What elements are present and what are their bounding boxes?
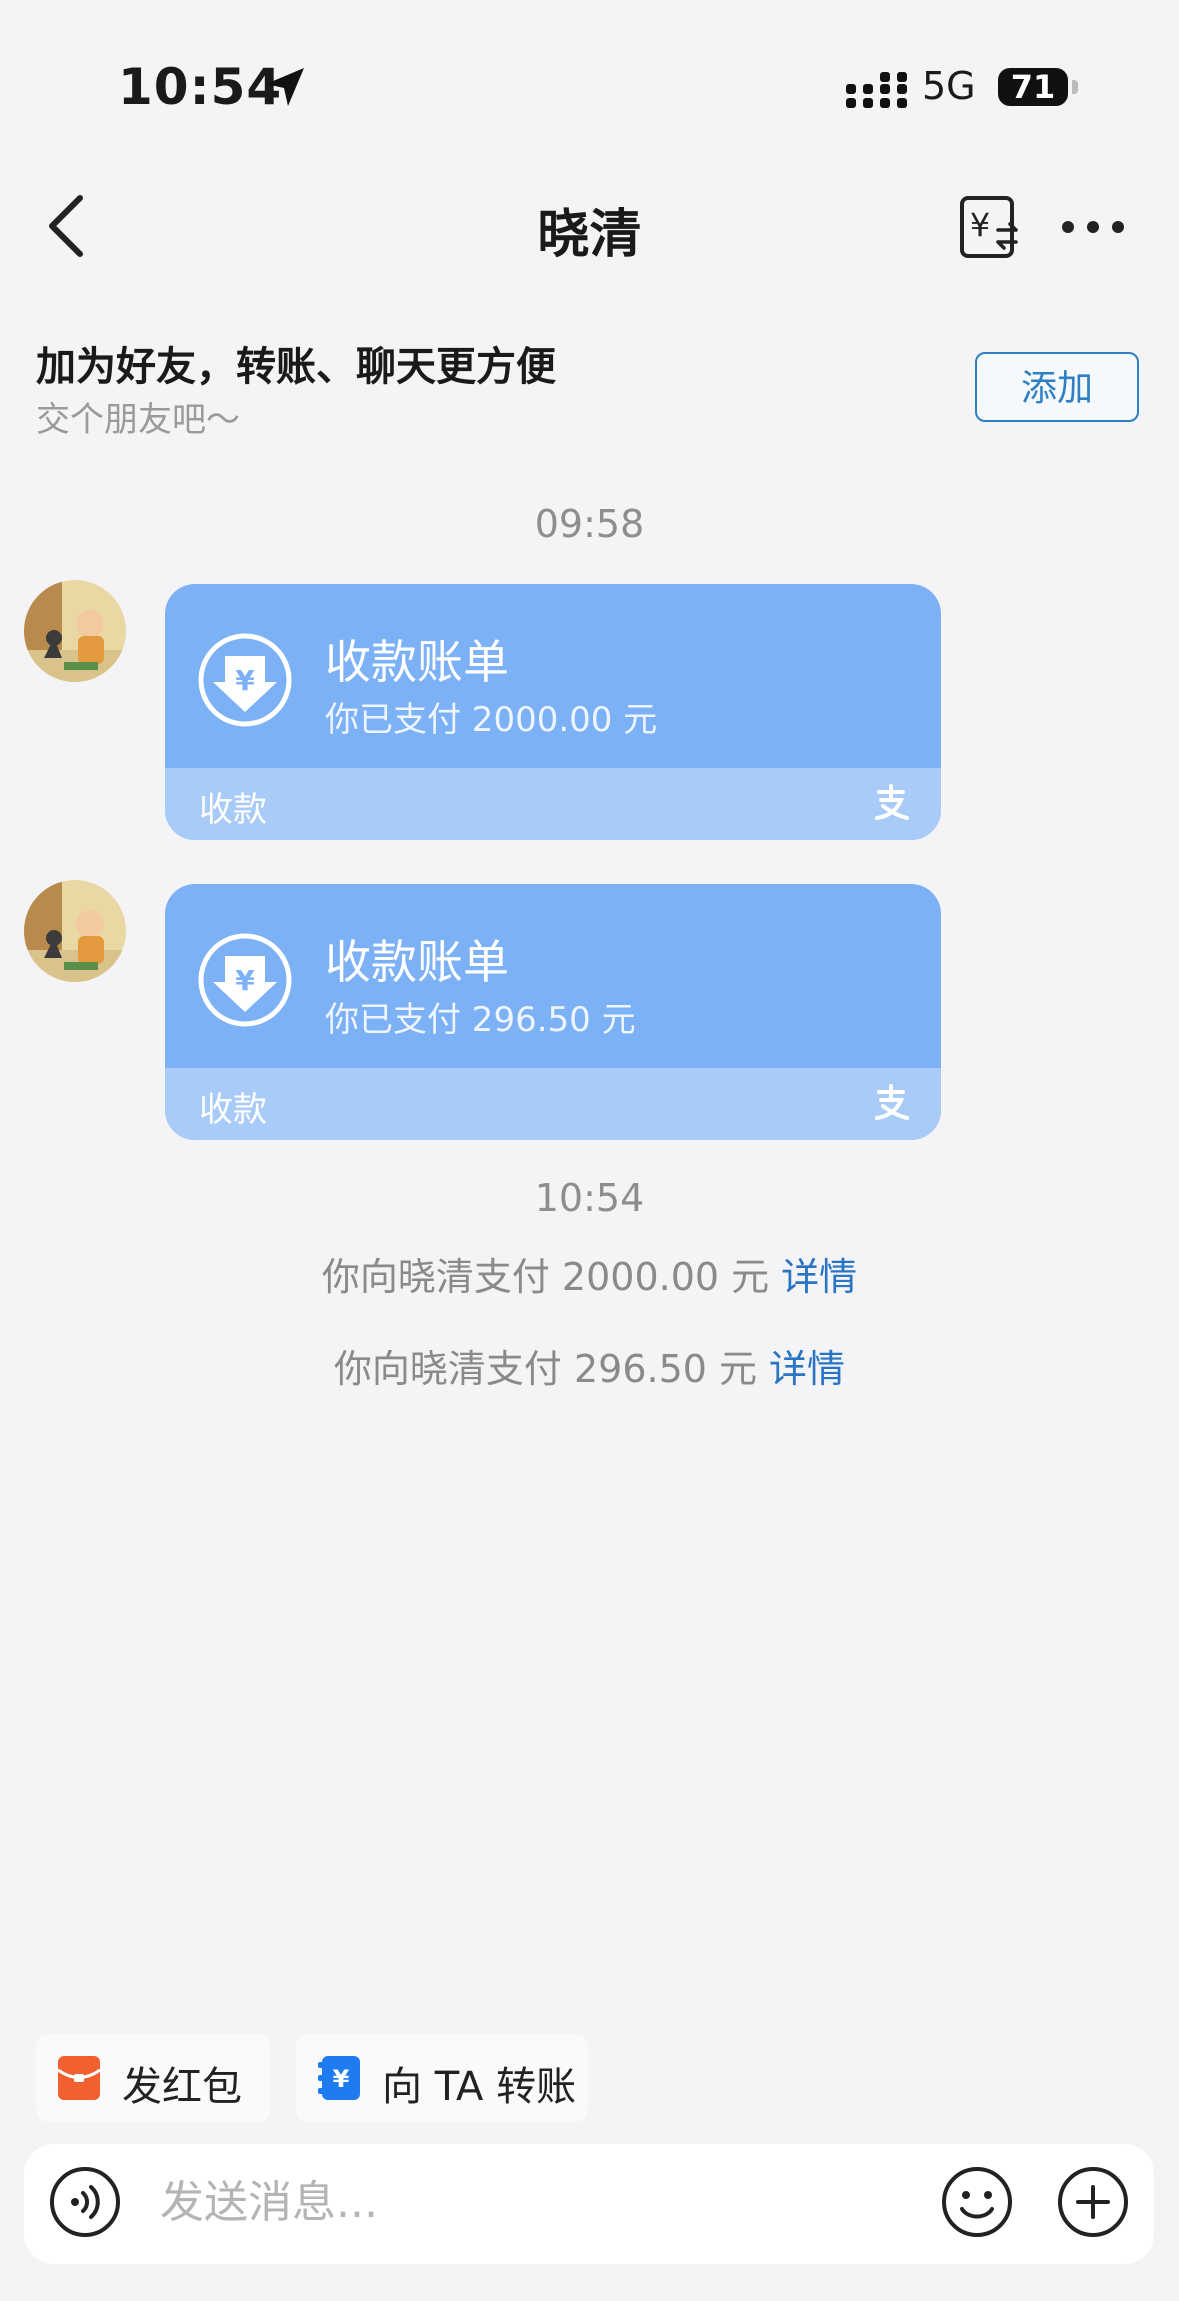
bill-card[interactable]: ¥ 收款账单 你已支付 2000.00 元 收款	[165, 584, 941, 840]
add-friend-button[interactable]: 添加	[975, 352, 1139, 422]
more-dots-icon[interactable]	[1058, 200, 1128, 254]
svg-text:¥: ¥	[235, 664, 255, 697]
alipay-logo-icon	[875, 1084, 909, 1120]
location-arrow-icon	[266, 68, 304, 106]
red-packet-label: 发红包	[122, 2064, 242, 2110]
details-link[interactable]: 详情	[781, 1255, 857, 1299]
svg-text:¥: ¥	[235, 964, 255, 997]
yuan-download-icon: ¥	[198, 633, 292, 727]
message-input[interactable]	[160, 2170, 900, 2234]
friend-banner-subtitle: 交个朋友吧～	[36, 400, 240, 440]
transfer-button[interactable]: ¥ 向 TA 转账	[296, 2034, 588, 2122]
payment-notice: 你向晓清支付 2000.00 元详情	[0, 1246, 1179, 1301]
transfer-yuan-icon: ¥	[318, 2056, 360, 2100]
bill-footer: 收款	[165, 768, 941, 840]
bill-amount: 你已支付 296.50 元	[325, 1000, 636, 1040]
details-link[interactable]: 详情	[769, 1347, 845, 1391]
friend-banner-title: 加为好友，转账、聊天更方便	[36, 344, 556, 390]
bill-footer-label: 收款	[199, 790, 267, 830]
status-time: 10:54	[118, 58, 283, 116]
yuan-transfer-icon[interactable]: ¥	[958, 194, 1022, 260]
message-timestamp: 09:58	[534, 502, 645, 546]
bill-title: 收款账单	[325, 635, 509, 689]
red-packet-icon	[58, 2056, 100, 2100]
alipay-logo-icon	[875, 784, 909, 820]
plus-icon[interactable]	[1056, 2165, 1130, 2239]
bill-footer: 收款	[165, 1068, 941, 1140]
message-timestamp: 10:54	[534, 1176, 645, 1220]
battery-level: 71	[998, 68, 1068, 106]
emoji-icon[interactable]	[940, 2165, 1014, 2239]
red-packet-button[interactable]: 发红包	[36, 2034, 270, 2122]
avatar[interactable]	[24, 880, 126, 982]
battery-cap	[1072, 80, 1078, 94]
yuan-download-icon: ¥	[198, 933, 292, 1027]
bill-card[interactable]: ¥ 收款账单 你已支付 296.50 元 收款	[165, 884, 941, 1140]
payment-notice: 你向晓清支付 296.50 元详情	[0, 1338, 1179, 1393]
voice-icon[interactable]	[48, 2165, 122, 2239]
payment-notice-text: 你向晓清支付 296.50 元	[333, 1347, 758, 1391]
payment-notice-text: 你向晓清支付 2000.00 元	[321, 1255, 770, 1299]
signal-icon	[846, 72, 907, 108]
transfer-label: 向 TA 转账	[382, 2064, 577, 2110]
bill-footer-label: 收款	[199, 1090, 267, 1130]
bill-amount: 你已支付 2000.00 元	[325, 700, 658, 740]
svg-text:¥: ¥	[970, 206, 990, 244]
network-label: 5G	[922, 64, 976, 108]
avatar[interactable]	[24, 580, 126, 682]
bill-title: 收款账单	[325, 935, 509, 989]
svg-text:¥: ¥	[333, 2065, 350, 2093]
